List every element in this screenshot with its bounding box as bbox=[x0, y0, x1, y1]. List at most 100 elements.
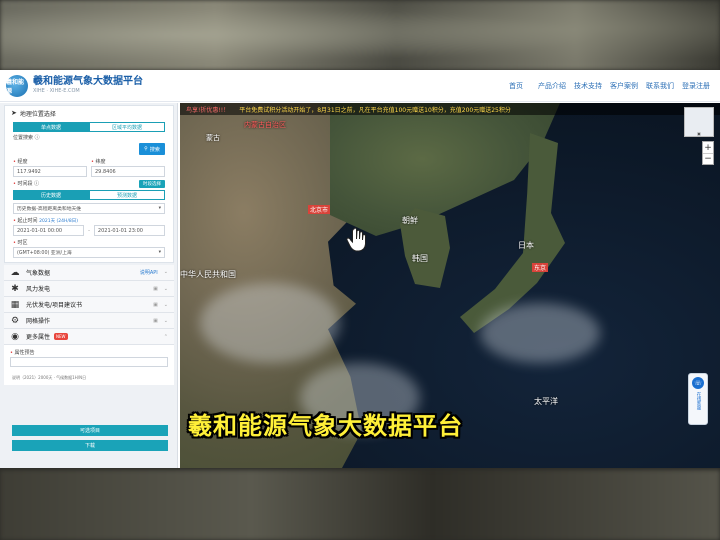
tab-forecast[interactable]: 预测数据 bbox=[89, 190, 165, 200]
nav-cases[interactable]: 客户案例 bbox=[606, 81, 642, 91]
expand-icon-5[interactable]: ⌃ bbox=[164, 334, 168, 340]
brand-subtitle: XIHE · XIHE-E.COM bbox=[33, 88, 80, 94]
video-subtitle: 羲和能源气象大数据平台 bbox=[188, 412, 463, 440]
location-search-label-text: 位置搜索 bbox=[13, 135, 34, 141]
top-nav: 首页 产品介绍 技术支持 客户案例 联系我们 登录注册 bbox=[498, 81, 714, 91]
location-search-label: 位置搜索 ⓘ bbox=[5, 134, 173, 142]
section-title: 地理位置选择 bbox=[19, 110, 56, 118]
attr-label: 属性预告 bbox=[14, 350, 35, 356]
search-icon: ⚲ bbox=[144, 146, 148, 152]
tab-history[interactable]: 历史数据 bbox=[13, 190, 89, 200]
label-tokyo: 东京 bbox=[532, 263, 549, 272]
nav-products[interactable]: 产品介绍 bbox=[534, 81, 570, 91]
attr-input[interactable] bbox=[10, 357, 168, 367]
promo-banner[interactable]: 鸟享!折优惠!!！ 平台免费试积分活动开始了，8月31日之前，凡在平台充值100… bbox=[180, 103, 720, 115]
hand-cursor-icon bbox=[346, 227, 366, 252]
acc-grid-ops[interactable]: ⚙ 网格操作 ▣ ⌄ bbox=[4, 313, 174, 329]
dataset-select[interactable]: 历史数据-高程距离类和地天维 ▾ bbox=[13, 203, 165, 214]
nav-login[interactable]: 登录注册 bbox=[678, 81, 714, 91]
label-pacific: 太平洋 bbox=[534, 397, 558, 406]
download-button[interactable]: 下载 bbox=[12, 440, 168, 451]
zoom-in-button[interactable]: + bbox=[703, 142, 713, 153]
acc-grid-title: 网格操作 bbox=[26, 318, 51, 325]
expand-icon-3[interactable]: ⌄ bbox=[164, 302, 168, 308]
header-bar: 羲和能源 羲和能源气象大数据平台 XIHE · XIHE-E.COM 首页 产品… bbox=[0, 70, 720, 102]
logo-icon[interactable]: 羲和能源 bbox=[6, 74, 28, 97]
chevron-down-icon-2: ▾ bbox=[158, 250, 161, 255]
timezone-select-value: (GMT+08:00) 亚洲/上海 bbox=[17, 251, 72, 256]
search-button[interactable]: ⚲ 搜索 bbox=[139, 143, 165, 155]
label-japan: 日本 bbox=[518, 241, 534, 250]
acc-weather-data[interactable]: ☁ 气象数据 说明API ⌄ bbox=[4, 265, 174, 281]
help-icon[interactable]: ⓘ bbox=[35, 135, 40, 141]
tab-region-average[interactable]: 区域平均数据 bbox=[89, 122, 165, 132]
label-mongolia: 蒙古 bbox=[206, 134, 220, 142]
customer-service-widget[interactable]: ☏ 在线客服 bbox=[688, 373, 708, 425]
acc-wind-title: 风力发电 bbox=[26, 286, 51, 293]
acc-solar-power[interactable]: ▦ 光伏发电/项目建议书 ▣ ⌄ bbox=[4, 297, 174, 313]
label-south-korea: 韩国 bbox=[412, 254, 428, 263]
video-backdrop-bottom bbox=[0, 470, 720, 540]
data-mode-tabs: 单点数据 区域平均数据 bbox=[13, 122, 165, 132]
new-badge: NEW bbox=[54, 333, 68, 340]
label-north-korea: 朝鲜 bbox=[402, 216, 418, 225]
latitude-input[interactable]: 29.8406 bbox=[91, 166, 165, 177]
zoom-control: + − bbox=[702, 141, 714, 165]
brand-title: 羲和能源气象大数据平台 bbox=[33, 76, 143, 87]
tab-single-point[interactable]: 单点数据 bbox=[13, 122, 89, 132]
help-icon-2[interactable]: ⓘ bbox=[34, 181, 39, 187]
search-button-label: 搜索 bbox=[149, 146, 160, 153]
acc-more-attrs[interactable]: ◉ 更多属性 NEW ⌃ bbox=[4, 329, 174, 345]
option-button[interactable]: 可选项目 bbox=[12, 425, 168, 436]
video-backdrop-top bbox=[0, 0, 720, 70]
lock-icon-3: ▣ bbox=[153, 317, 158, 324]
chevron-down-icon: ▾ bbox=[158, 206, 161, 211]
location-card: ➤ 地理位置选择 单点数据 区域平均数据 位置搜索 ⓘ ⚲ 搜索 • 经度 11… bbox=[4, 105, 174, 263]
timezone-select[interactable]: (GMT+08:00) 亚洲/上海 ▾ bbox=[13, 247, 165, 258]
acc-weather-title: 气象数据 bbox=[26, 270, 51, 277]
expand-icon-4[interactable]: ⌄ bbox=[164, 318, 168, 324]
timezone-label: 时区 bbox=[17, 240, 28, 246]
location-pin-icon: ➤ bbox=[11, 109, 17, 117]
wind-turbine-icon: ✱ bbox=[11, 283, 19, 294]
solar-panel-icon: ▦ bbox=[10, 299, 20, 310]
expand-icon[interactable]: ⌄ bbox=[164, 269, 168, 276]
feature-accordion: ☁ 气象数据 说明API ⌄ ✱ 风力发电 ▣ ⌄ ▦ 光伏发电/项目建议书 ▣ ⌄ bbox=[4, 265, 174, 385]
label-beijing: 北京市 bbox=[308, 205, 331, 214]
range-hint: 2021天 (24H/8日) bbox=[39, 219, 79, 224]
acc-more-title: 更多属性 bbox=[26, 334, 51, 341]
logo-text: 羲和能源 bbox=[6, 78, 25, 95]
end-date-input[interactable]: 2021-01-01 23:00 bbox=[93, 225, 165, 236]
acc-wind-power[interactable]: ✱ 风力发电 ▣ ⌄ bbox=[4, 281, 174, 297]
cloud-patch-3 bbox=[480, 303, 600, 363]
left-panel: ➤ 地理位置选择 单点数据 区域平均数据 位置搜索 ⓘ ⚲ 搜索 • 经度 11… bbox=[0, 103, 178, 468]
dataset-select-value: 历史数据-高程距离类和地天维 bbox=[17, 207, 82, 212]
time-tabs: 历史数据 预测数据 bbox=[13, 190, 165, 200]
zoom-out-button[interactable]: − bbox=[703, 153, 713, 164]
longitude-label: 经度 bbox=[17, 159, 28, 165]
time-select-button[interactable]: 时段选择 bbox=[139, 180, 165, 188]
label-china: 中华人民共和国 bbox=[180, 270, 236, 279]
promo-title: 鸟享!折优惠!!！ bbox=[186, 106, 230, 114]
nav-contact[interactable]: 联系我们 bbox=[642, 81, 678, 91]
longitude-input[interactable]: 117.9492 bbox=[13, 166, 87, 177]
service-label: 在线客服 bbox=[696, 392, 701, 410]
expand-icon-2[interactable]: ⌄ bbox=[164, 286, 168, 292]
label-top-region: 内蒙古自治区 bbox=[244, 121, 286, 129]
nav-home[interactable]: 首页 bbox=[498, 81, 534, 91]
minimap[interactable]: ▣ bbox=[684, 107, 714, 137]
promo-text: 平台免费试积分活动开始了，8月31日之前，凡在平台充值100元赠送10积分，充值… bbox=[239, 106, 511, 114]
latitude-label: 纬度 bbox=[95, 159, 106, 165]
brand: 羲和能源气象大数据平台 XIHE · XIHE-E.COM bbox=[33, 77, 143, 94]
lock-icon: ▣ bbox=[153, 285, 158, 292]
minimap-icon: ▣ bbox=[697, 131, 701, 136]
cloud-icon: ☁ bbox=[10, 267, 20, 278]
nav-support[interactable]: 技术支持 bbox=[570, 81, 606, 91]
api-link[interactable]: 说明API bbox=[140, 269, 158, 276]
globe-icon: ⚙ bbox=[10, 315, 20, 326]
more-icon: ◉ bbox=[11, 331, 19, 342]
range-label: 起止时间 bbox=[17, 218, 38, 224]
cloud-patch bbox=[200, 283, 340, 363]
bottom-note: 说明（2021）2000天 · 气候数据1H/N日 bbox=[4, 375, 174, 385]
start-date-input[interactable]: 2021-01-01 00:00 bbox=[13, 225, 85, 236]
